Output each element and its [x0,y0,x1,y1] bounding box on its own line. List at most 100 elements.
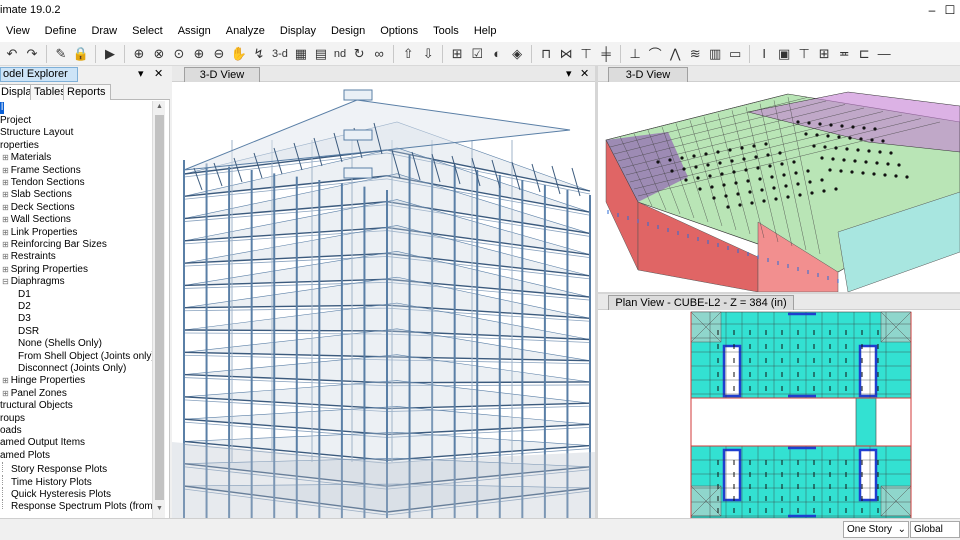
tab-3d-view-right[interactable]: 3-D View [608,67,688,82]
minimize-button[interactable]: – [925,3,939,17]
lock-icon[interactable]: 🔒 [72,45,90,63]
scroll-down-icon[interactable]: ▼ [155,505,164,515]
tree-item[interactable]: ⊞ Spring Properties [2,264,88,276]
tree-item[interactable]: Disconnect (Joints Only) [18,363,126,375]
plan-viewport[interactable] [598,310,960,518]
beam-icon[interactable]: ⊤ [577,45,595,63]
tab-plan-view[interactable]: Plan View - CUBE-L2 - Z = 384 (in) [608,295,794,310]
coordinate-system-select[interactable]: Global [910,521,960,538]
zoom-window-icon[interactable]: ⊕ [130,45,148,63]
menu-options[interactable]: Options [374,22,427,42]
expand-icon[interactable]: ⊞ [2,376,9,385]
view-3d-button[interactable]: 3-d [270,45,290,63]
left-view-close-button[interactable]: ✕ [580,67,589,80]
menu-define[interactable]: Define [39,22,86,42]
pencil-icon[interactable]: ✎ [52,45,70,63]
tree-item[interactable]: Structure Layout [0,127,73,139]
tree-item[interactable]: ⊞ Panel Zones [2,388,67,400]
expand-icon[interactable]: ⊞ [2,215,9,224]
left-view-pin-button[interactable]: ▾ [566,67,572,80]
scroll-up-icon[interactable]: ▲ [155,103,164,113]
redo-icon[interactable]: ↷ [23,45,41,63]
grid-icon[interactable]: ⊞ [448,45,466,63]
menu-view[interactable]: View [0,22,39,42]
pan-icon[interactable]: ✋ [230,45,248,63]
tree-item[interactable]: amed Plots [0,450,50,462]
line-type-icon[interactable]: — [875,45,893,63]
tree-item[interactable]: roups [0,413,25,425]
tab-reports[interactable]: Reports [63,84,111,100]
expand-icon[interactable]: ⊞ [2,166,9,175]
tree-item[interactable]: amed Output Items [0,437,85,449]
menu-assign[interactable]: Assign [172,22,220,42]
tree-item[interactable]: DSR [18,326,39,338]
tree-item[interactable]: ⊟ Diaphragms [2,276,65,288]
menu-analyze[interactable]: Analyze [220,22,274,42]
section-i-icon[interactable]: I [755,45,773,63]
elevation-view-icon[interactable]: ▤ [312,45,330,63]
explorer-scrollbar[interactable]: ▲ ▼ [152,101,165,518]
expand-icon[interactable]: ⊞ [2,240,9,249]
tree-item[interactable]: D2 [18,301,31,313]
expand-icon[interactable]: ⊞ [2,389,9,398]
left-3d-viewport[interactable] [172,82,595,518]
story-select[interactable]: One Story ⌄ [843,521,909,538]
tree-item[interactable]: ⊞ Materials [2,152,51,164]
spring-icon[interactable]: ≋ [686,45,704,63]
expand-icon[interactable]: ⊞ [2,190,9,199]
tree-item[interactable]: Time History Plots [2,474,92,488]
tree-item[interactable]: roperties [0,140,39,152]
tree-item[interactable]: ⊞ Wall Sections [2,214,71,226]
tendon-icon[interactable]: ⌒ [646,45,664,63]
frame-icon[interactable]: ⊓ [537,45,555,63]
run-analysis-icon[interactable]: ▶ [101,45,119,63]
refresh-icon[interactable]: ↻ [350,45,368,63]
check-icon[interactable]: ☑ [468,45,486,63]
tree-item[interactable]: ⊞ Tendon Sections [2,177,85,189]
scroll-thumb[interactable] [155,115,164,500]
tab-3d-view-left[interactable]: 3-D View [184,67,260,82]
tree-item[interactable]: Quick Hysteresis Plots [2,487,111,500]
diaphragm-icon[interactable]: ▣ [775,45,793,63]
tree-root-selected[interactable]: l [0,102,5,114]
tree-item[interactable]: D1 [18,289,31,301]
pier-icon[interactable]: ⊤ [795,45,813,63]
move-up-icon[interactable]: ⇧ [399,45,417,63]
expand-icon[interactable]: ⊞ [2,178,9,187]
tree-item[interactable]: Story Response Plots [2,462,107,475]
menu-design[interactable]: Design [325,22,374,42]
explorer-close-button[interactable]: ✕ [154,67,163,80]
zoom-out-icon[interactable]: ⊖ [210,45,228,63]
extrude-icon[interactable]: ◈ [508,45,526,63]
zoom-in-icon[interactable]: ⊕ [190,45,208,63]
maximize-button[interactable]: ☐ [943,3,957,17]
tree-item[interactable]: ⊞ Slab Sections [2,189,72,201]
expand-icon[interactable]: ⊞ [2,153,9,162]
tree-item[interactable]: ⊞ Link Properties [2,227,77,239]
area-load-icon[interactable]: ⊏ [855,45,873,63]
wall-icon[interactable]: ▥ [706,45,724,63]
horizontal-splitter[interactable] [598,292,960,294]
plan-view-icon[interactable]: ▦ [292,45,310,63]
spandrel-icon[interactable]: ⊞ [815,45,833,63]
menu-draw[interactable]: Draw [85,22,126,42]
brace-icon[interactable]: ⋈ [557,45,575,63]
expand-icon[interactable]: ⊞ [2,252,9,261]
collapse-icon[interactable]: ⊟ [2,277,9,286]
move-down-icon[interactable]: ⇩ [419,45,437,63]
tree-item[interactable]: ⊞ Deck Sections [2,202,75,214]
tree-item[interactable]: ⊞ Hinge Properties [2,375,85,387]
menu-tools[interactable]: Tools [427,22,468,42]
tree-item[interactable]: Response Spectrum Plots (from TH) [2,499,152,512]
explorer-pin-button[interactable]: ▾ [138,67,144,80]
tree-item[interactable]: ⊞ Restraints [2,251,56,263]
menu-select[interactable]: Select [126,22,172,42]
glasses-icon[interactable]: ∞ [370,45,388,63]
tree-item[interactable]: Project [0,115,31,127]
zoom-previous-icon[interactable]: ⊙ [170,45,188,63]
zoom-extents-icon[interactable]: ⊗ [150,45,168,63]
rotate-3d-icon[interactable]: ↯ [250,45,268,63]
tree-item[interactable]: D3 [18,313,31,325]
slab-icon[interactable]: ▭ [726,45,744,63]
restraint-icon[interactable]: ⊥ [626,45,644,63]
